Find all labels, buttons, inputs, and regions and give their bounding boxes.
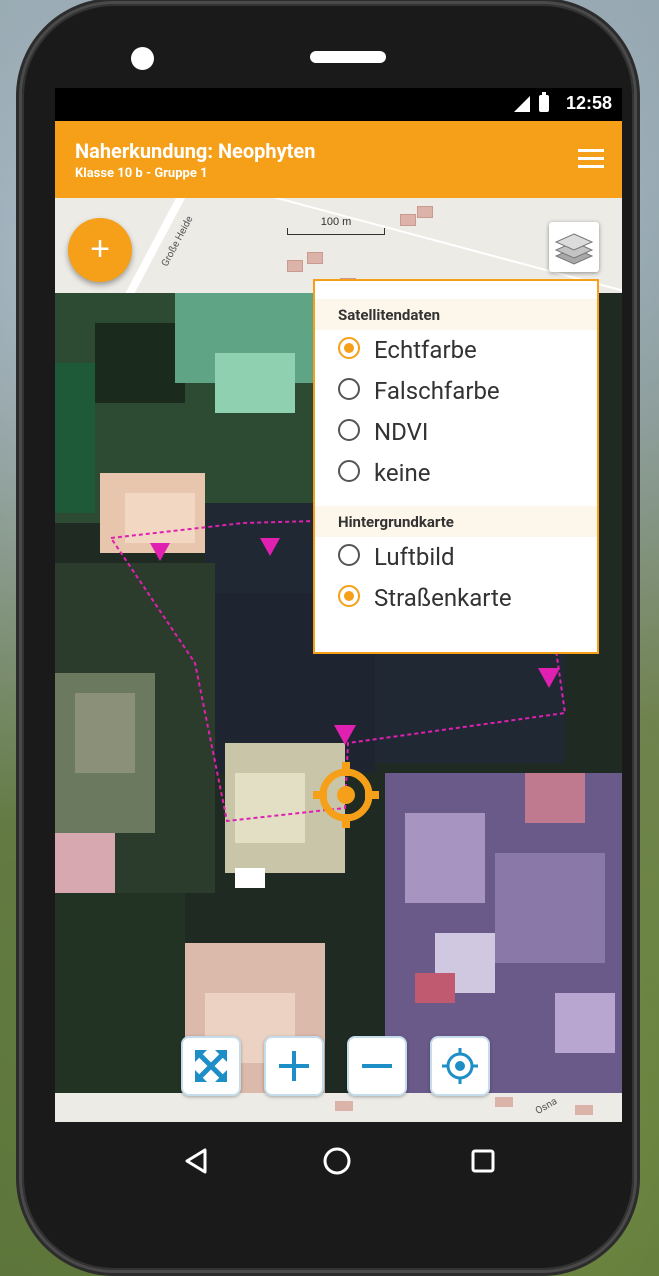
radio-option-keine[interactable]: keine bbox=[315, 453, 597, 494]
radio-label: Luftbild bbox=[374, 543, 455, 571]
signal-icon bbox=[514, 96, 530, 112]
zoom-in-button[interactable] bbox=[264, 1036, 324, 1096]
scale-bar-line bbox=[287, 228, 385, 235]
status-bar: 12:58 bbox=[55, 88, 622, 121]
radio-option-falschfarbe[interactable]: Falschfarbe bbox=[315, 371, 597, 412]
recents-icon[interactable] bbox=[470, 1146, 496, 1176]
front-camera bbox=[131, 47, 154, 70]
fullscreen-icon bbox=[195, 1050, 227, 1082]
app-subtitle: Klasse 10 b - Gruppe 1 bbox=[75, 166, 208, 181]
building bbox=[307, 252, 323, 264]
battery-icon bbox=[539, 92, 549, 112]
add-button[interactable]: + bbox=[68, 218, 132, 282]
plus-icon: + bbox=[90, 230, 110, 268]
radio-option-strassenkarte[interactable]: Straßenkarte bbox=[315, 578, 597, 619]
radio-selected-icon[interactable] bbox=[338, 337, 360, 359]
building bbox=[575, 1105, 593, 1115]
building bbox=[335, 1101, 353, 1111]
back-icon[interactable] bbox=[183, 1146, 209, 1176]
fullscreen-button[interactable] bbox=[181, 1036, 241, 1096]
map-controls bbox=[181, 1036, 501, 1100]
phone-screen: 12:58 Naherkundung: Neophyten Klasse 10 … bbox=[55, 88, 622, 1122]
navigation-bar bbox=[55, 1122, 622, 1202]
zoom-out-button[interactable] bbox=[347, 1036, 407, 1096]
layers-button[interactable] bbox=[549, 222, 599, 272]
street-name-label: Osna bbox=[533, 1095, 560, 1118]
radio-unselected-icon[interactable] bbox=[338, 460, 360, 482]
zoom-out-icon bbox=[362, 1064, 392, 1068]
building bbox=[287, 260, 303, 272]
status-time: 12:58 bbox=[565, 93, 612, 113]
map-view[interactable]: Große Heide 100 m Osna + Satellitendaten… bbox=[55, 198, 622, 1122]
radio-label: Echtfarbe bbox=[374, 336, 477, 364]
radio-option-echtfarbe[interactable]: Echtfarbe bbox=[315, 330, 597, 371]
radio-label: NDVI bbox=[374, 418, 429, 446]
speaker-grille bbox=[310, 51, 386, 63]
radio-unselected-icon[interactable] bbox=[338, 378, 360, 400]
radio-label: Straßenkarte bbox=[374, 584, 512, 612]
radio-unselected-icon[interactable] bbox=[338, 544, 360, 566]
radio-unselected-icon[interactable] bbox=[338, 419, 360, 441]
radio-option-ndvi[interactable]: NDVI bbox=[315, 412, 597, 453]
app-bar: Naherkundung: Neophyten Klasse 10 b - Gr… bbox=[55, 121, 622, 198]
satellite-section-heading: Satellitendaten bbox=[315, 299, 597, 330]
locate-icon bbox=[442, 1048, 478, 1084]
radio-selected-icon[interactable] bbox=[338, 585, 360, 607]
layers-icon bbox=[554, 233, 594, 265]
home-icon[interactable] bbox=[322, 1146, 352, 1176]
app-title: Naherkundung: Neophyten bbox=[75, 139, 316, 163]
locate-button[interactable] bbox=[430, 1036, 490, 1096]
layer-switcher-panel: Satellitendaten Echtfarbe Falschfarbe ND… bbox=[313, 279, 599, 654]
building bbox=[417, 206, 433, 218]
background-section-heading: Hintergrundkarte bbox=[315, 506, 597, 537]
radio-option-luftbild[interactable]: Luftbild bbox=[315, 537, 597, 578]
radio-label: keine bbox=[374, 459, 431, 487]
radio-label: Falschfarbe bbox=[374, 377, 500, 405]
zoom-in-icon bbox=[279, 1051, 309, 1081]
hamburger-menu-icon[interactable] bbox=[578, 149, 604, 169]
map-scale-bar: 100 m bbox=[287, 216, 385, 235]
scale-label: 100 m bbox=[320, 216, 352, 228]
building bbox=[400, 214, 416, 226]
